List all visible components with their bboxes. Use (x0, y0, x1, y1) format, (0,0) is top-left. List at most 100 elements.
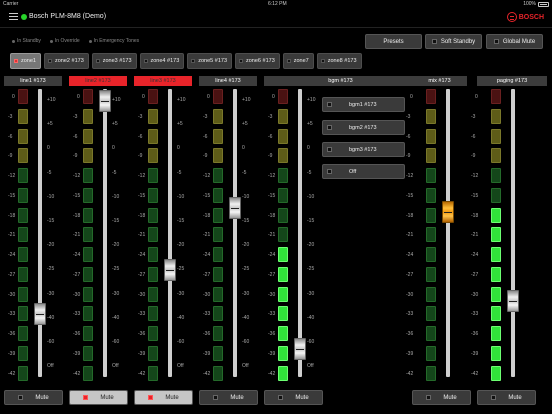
tab-zone4[interactable]: zone4 #173 (139, 53, 185, 69)
fader-scale-label: -40 (307, 314, 315, 321)
meter-scale-label: -18 (8, 212, 16, 219)
meter-led (426, 227, 436, 243)
meter-scale-label: -33 (203, 311, 211, 318)
meter-led (83, 89, 93, 104)
mute-button-paging[interactable]: Mute (477, 390, 536, 405)
tab-zone2[interactable]: zone2 #173 (44, 53, 89, 69)
meter-led (213, 108, 223, 124)
global-mute-button[interactable]: Global Mute (486, 34, 543, 49)
strip-mix: mix #173 0 -3 -6 -9 -12 -15 -18 -21 -24 -27 -30 -33… (406, 76, 467, 386)
meter-led (148, 89, 158, 104)
meter-scale-label: -6 (73, 133, 78, 140)
fader-scale-label: -25 (47, 266, 55, 273)
meter-led (148, 247, 158, 262)
strip-line1: line1 #173 0 -3 -6 -9 -12 -15 -18 -21 -24 -27 -30 -… (4, 76, 62, 386)
fader-track[interactable] (511, 89, 515, 377)
meter-scale-label: -27 (8, 271, 16, 278)
meter-led (213, 187, 223, 203)
meter-scale-label: -30 (203, 291, 211, 298)
meter-scale-label: -21 (471, 232, 479, 239)
meter-scale-label: -39 (471, 350, 479, 357)
meter-led (83, 247, 93, 262)
tab-zone7[interactable]: zone7 (282, 53, 314, 69)
meter-led (278, 148, 288, 164)
hamburger-menu-icon[interactable] (9, 13, 18, 21)
meter-scale-label: -30 (268, 291, 276, 298)
meter-scale-label: -33 (138, 311, 146, 318)
soft-standby-button[interactable]: Soft Standby (425, 34, 482, 49)
meter-scale-label: -15 (8, 192, 16, 199)
fader-scale-label: +5 (307, 121, 313, 128)
meter-led (213, 365, 223, 381)
fader-track[interactable] (103, 89, 107, 377)
meter-led (18, 266, 28, 282)
meter-scale-label: -33 (471, 311, 479, 318)
fader-scale-label: +5 (112, 121, 118, 128)
tab-zone1[interactable]: zone1 (10, 53, 41, 69)
mute-button-line1[interactable]: Mute (4, 390, 63, 405)
meter-led (213, 247, 223, 262)
app-bar: Bosch PLM-8M8 (Demo) BOSCH (0, 8, 552, 28)
mute-button-line3[interactable]: Mute (134, 390, 193, 405)
meter-scale-label: -39 (138, 350, 146, 357)
tab-zone8[interactable]: zone8 #173 (316, 53, 362, 69)
meter-led (18, 207, 28, 223)
fader-track[interactable] (168, 89, 172, 377)
strip-label: mix #173 (412, 76, 467, 86)
fader-track[interactable] (38, 89, 42, 377)
fader-track[interactable] (298, 89, 302, 377)
meter-led (491, 89, 501, 104)
fader-scale-label: -20 (177, 242, 185, 249)
meter-led (148, 207, 158, 223)
meter-scale-label: -39 (8, 350, 16, 357)
fader-track[interactable] (446, 89, 450, 377)
meter-led (491, 326, 501, 341)
bgm-source-button-1[interactable]: bgm1 #173 (322, 97, 405, 112)
meter-led (18, 365, 28, 381)
fader-knob[interactable] (229, 197, 241, 219)
meter-scale-label: -15 (203, 192, 211, 199)
mute-button-line2[interactable]: Mute (69, 390, 128, 405)
fader-knob[interactable] (442, 201, 454, 223)
meter-led (213, 89, 223, 104)
meter-scale-label: -36 (406, 331, 414, 337)
fader-scale-label: -25 (112, 266, 120, 273)
meter-led (213, 128, 223, 144)
fader-scale-label: -5 (242, 169, 247, 176)
fader-knob[interactable] (34, 303, 46, 325)
meter-scale-label: -36 (73, 331, 81, 337)
mute-button-bgm[interactable]: Mute (264, 390, 323, 405)
bgm-source-button-off[interactable]: Off (322, 164, 405, 179)
meter-scale-label: -39 (203, 350, 211, 357)
meter-led (83, 227, 93, 243)
mute-button-mix[interactable]: Mute (412, 390, 471, 405)
fader-knob[interactable] (507, 290, 519, 312)
meter-led (213, 227, 223, 243)
mute-indicator (148, 395, 154, 400)
meter-led (278, 286, 288, 302)
meter-led (491, 128, 501, 144)
mute-button-line4[interactable]: Mute (199, 390, 258, 405)
clock: 6:12 PM (268, 1, 287, 7)
fader-track[interactable] (233, 89, 237, 377)
tab-zone3[interactable]: zone3 #173 (91, 53, 137, 69)
meter-scale-label: -30 (138, 291, 146, 298)
bgm-source-button-3[interactable]: bgm3 #173 (322, 142, 405, 157)
meter-led (148, 168, 158, 183)
tab-zone6[interactable]: zone6 #173 (235, 53, 280, 69)
meter-scale-label: -12 (471, 173, 479, 179)
meter-scale-label: 0 (12, 94, 15, 100)
fader-scale-label: -40 (112, 314, 120, 321)
meter-scale-label: -3 (406, 113, 411, 120)
meter-led (278, 247, 288, 262)
meter-led (278, 207, 288, 223)
fader-knob[interactable] (99, 90, 111, 112)
tab-zone5[interactable]: zone5 #173 (187, 53, 232, 69)
meter-led (278, 108, 288, 124)
presets-button[interactable]: Presets (365, 34, 422, 49)
bgm-source-button-2[interactable]: bgm2 #173 (322, 120, 405, 135)
fader-knob[interactable] (164, 259, 176, 281)
meter-scale-label: -12 (138, 173, 146, 179)
strip-label: line3 #173 (134, 76, 192, 86)
fader-knob[interactable] (294, 338, 306, 360)
